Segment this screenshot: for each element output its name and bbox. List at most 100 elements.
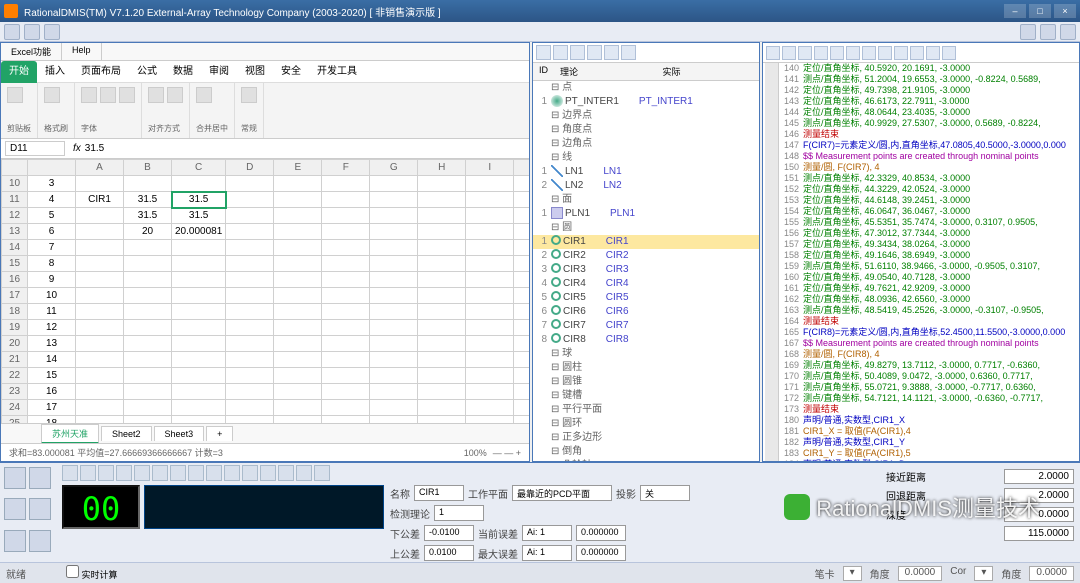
btb-icon[interactable] — [134, 465, 150, 481]
realtime-checkbox[interactable] — [66, 565, 79, 578]
stop-icon[interactable] — [814, 46, 828, 60]
btb-icon[interactable] — [116, 465, 132, 481]
upper-tol-field[interactable]: 0.0100 — [424, 545, 474, 561]
status-text: 就绪 — [6, 566, 26, 581]
cell-reference[interactable]: D11 — [5, 141, 65, 156]
title-bar: RationalDMIS(TM) V7.1.20 External-Array … — [0, 0, 1080, 22]
close-icon[interactable]: × — [1054, 4, 1076, 18]
sheet-tab[interactable]: 苏州天准 — [41, 424, 99, 444]
btb-icon[interactable] — [278, 465, 294, 481]
excel-tab[interactable]: Help — [62, 43, 102, 60]
min-icon[interactable]: – — [1004, 4, 1026, 18]
tree-btn[interactable] — [604, 45, 619, 60]
tree-btn[interactable] — [536, 45, 551, 60]
zoom-level[interactable]: 100% — [464, 448, 487, 458]
tree-btn[interactable] — [553, 45, 568, 60]
btb-icon[interactable] — [260, 465, 276, 481]
palette-icon[interactable] — [29, 498, 51, 520]
retract-field[interactable]: 2.0000 — [1004, 488, 1074, 503]
excel-status-bar: 求和=83.000081 平均值=27.66669366666667 计数=3 … — [1, 443, 529, 461]
toolbar-btn[interactable] — [1020, 24, 1036, 40]
max-err-field: Ai: 1 — [522, 545, 572, 561]
ribbon-tab[interactable]: 数据 — [165, 61, 201, 83]
toolbar-btn[interactable] — [44, 24, 60, 40]
probe-icon[interactable] — [62, 465, 78, 481]
excel-tab[interactable]: Excel功能 — [1, 43, 62, 60]
btb-icon[interactable] — [296, 465, 312, 481]
btb-icon[interactable] — [314, 465, 330, 481]
add-sheet-button[interactable]: + — [206, 426, 233, 441]
ribbon-tab[interactable]: 审阅 — [201, 61, 237, 83]
code-btn[interactable] — [942, 46, 956, 60]
btb-icon[interactable] — [170, 465, 186, 481]
run-icon[interactable] — [798, 46, 812, 60]
workplane-select[interactable]: 最靠近的PCD平面 — [512, 485, 612, 501]
toolbar-btn[interactable] — [1060, 24, 1076, 40]
underline-icon[interactable] — [119, 87, 135, 103]
formula-value[interactable]: 31.5 — [85, 143, 104, 154]
code-btn[interactable] — [926, 46, 940, 60]
palette-icon[interactable] — [4, 467, 26, 489]
tree-btn[interactable] — [621, 45, 636, 60]
palette-icon[interactable] — [29, 467, 51, 489]
lower-tol-field[interactable]: -0.0100 — [424, 525, 474, 541]
code-btn[interactable] — [862, 46, 876, 60]
palette-icon[interactable] — [4, 498, 26, 520]
italic-icon[interactable] — [100, 87, 116, 103]
sheet-tab[interactable]: Sheet3 — [154, 426, 205, 441]
ribbon-tab[interactable]: 公式 — [129, 61, 165, 83]
param4-field[interactable]: 115.0000 — [1004, 526, 1074, 541]
approach-field[interactable]: 2.0000 — [1004, 469, 1074, 484]
code-btn[interactable] — [894, 46, 908, 60]
ribbon-tab[interactable]: 安全 — [273, 61, 309, 83]
code-btn[interactable] — [846, 46, 860, 60]
toolbar-btn[interactable] — [24, 24, 40, 40]
ribbon-tab[interactable]: 开发工具 — [309, 61, 365, 83]
app-logo-icon — [4, 4, 18, 18]
projection-select[interactable]: 关 — [640, 485, 690, 501]
open-icon[interactable] — [782, 46, 796, 60]
btb-icon[interactable] — [98, 465, 114, 481]
ribbon-tab-home[interactable]: 开始 — [1, 61, 37, 83]
ribbon-tab[interactable]: 页面布局 — [73, 61, 129, 83]
feature-tree[interactable]: ⊟ 点1PT_INTER1PT_INTER1⊟ 边界点⊟ 角度点⊟ 边角点⊟ 线… — [533, 81, 759, 461]
bold-icon[interactable] — [81, 87, 97, 103]
btb-icon[interactable] — [224, 465, 240, 481]
app-title: RationalDMIS(TM) V7.1.20 External-Array … — [24, 4, 441, 19]
ribbon-tab[interactable]: 插入 — [37, 61, 73, 83]
depth-field[interactable]: 0.0000 — [1004, 507, 1074, 522]
code-btn[interactable] — [878, 46, 892, 60]
nomcheck-field[interactable]: 1 — [434, 505, 484, 521]
tree-btn[interactable] — [587, 45, 602, 60]
left-tool-palette — [0, 463, 60, 562]
ribbon-tab[interactable]: 视图 — [237, 61, 273, 83]
btb-icon[interactable] — [152, 465, 168, 481]
btb-icon[interactable] — [206, 465, 222, 481]
toolbar-btn[interactable] — [4, 24, 20, 40]
save-icon[interactable] — [766, 46, 780, 60]
sheet-tab[interactable]: Sheet2 — [101, 426, 152, 441]
merge-icon[interactable] — [196, 87, 212, 103]
feat-name-field[interactable]: CIR1 — [414, 485, 464, 501]
tree-btn[interactable] — [570, 45, 585, 60]
format-painter-icon[interactable] — [44, 87, 60, 103]
step-icon[interactable] — [830, 46, 844, 60]
paste-icon[interactable] — [7, 87, 23, 103]
btb-icon[interactable] — [80, 465, 96, 481]
code-btn[interactable] — [910, 46, 924, 60]
number-icon[interactable] — [241, 87, 257, 103]
fx-icon[interactable]: fx — [69, 143, 85, 154]
toolbar-btn[interactable] — [1040, 24, 1056, 40]
ribbon-tab-strip: 开始 插入 页面布局 公式 数据 审阅 视图 安全 开发工具 — [1, 61, 529, 83]
palette-icon[interactable] — [4, 530, 26, 552]
histogram-display — [144, 485, 384, 529]
align-icon[interactable] — [167, 87, 183, 103]
aggregate-status: 求和=83.000081 平均值=27.66669366666667 计数=3 — [9, 446, 223, 459]
btb-icon[interactable] — [242, 465, 258, 481]
btb-icon[interactable] — [188, 465, 204, 481]
spreadsheet-grid[interactable]: ABCDEFGHIJK103114CIR131.531.512531.531.5… — [1, 159, 529, 423]
code-editor[interactable]: 140定位/直角坐标, 40.5920, 20.1691, -3.0000141… — [763, 63, 1079, 461]
palette-icon[interactable] — [29, 530, 51, 552]
max-icon[interactable]: □ — [1029, 4, 1051, 18]
align-icon[interactable] — [148, 87, 164, 103]
